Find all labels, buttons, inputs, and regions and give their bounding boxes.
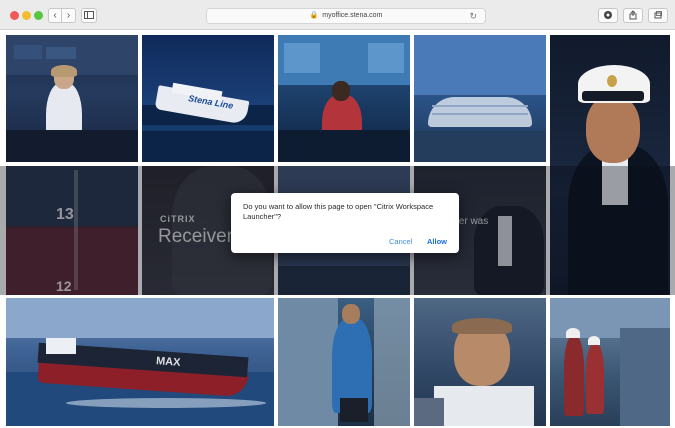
maximize-window-button[interactable] — [34, 11, 43, 20]
browser-toolbar: ‹ › 🔒 myoffice.stena.com ↻ — [0, 0, 675, 30]
address-text: myoffice.stena.com — [322, 12, 383, 19]
share-icon — [629, 10, 637, 20]
address-bar[interactable]: 🔒 myoffice.stena.com ↻ — [206, 8, 486, 24]
photo-tile-stena-ferry: Stena Line — [142, 35, 274, 162]
close-window-button[interactable] — [10, 11, 19, 20]
minimize-window-button[interactable] — [22, 11, 31, 20]
extension-button[interactable] — [598, 8, 618, 23]
extension-icon — [604, 11, 612, 19]
photo-tile-deck-workers — [550, 298, 670, 426]
dialog-message: Do you want to allow this page to open "… — [243, 202, 434, 221]
lock-icon: 🔒 — [309, 12, 319, 19]
sidebar-button[interactable] — [81, 8, 97, 23]
photo-tile-office-building — [414, 35, 546, 162]
photo-tile-crew-member — [278, 298, 410, 426]
tabs-icon — [654, 11, 662, 19]
chevron-left-icon: ‹ — [53, 10, 57, 21]
sidebar-icon — [84, 11, 94, 19]
photo-tile-bridge-officer — [6, 35, 138, 162]
reload-icon[interactable]: ↻ — [469, 9, 477, 23]
chevron-right-icon: › — [66, 10, 71, 21]
allow-button[interactable]: Allow — [427, 237, 447, 246]
tabs-button[interactable] — [648, 8, 668, 23]
photo-tile-bridge-captain — [278, 35, 410, 162]
back-button[interactable]: ‹ — [48, 8, 62, 23]
photo-tile-engineer — [414, 298, 546, 426]
open-app-dialog: Do you want to allow this page to open "… — [231, 193, 459, 253]
cancel-button[interactable]: Cancel — [389, 237, 412, 246]
tanker-label: MAX — [155, 355, 181, 369]
photo-tile-tanker: MAX — [6, 298, 274, 426]
share-button[interactable] — [623, 8, 643, 23]
forward-button[interactable]: › — [62, 8, 76, 23]
